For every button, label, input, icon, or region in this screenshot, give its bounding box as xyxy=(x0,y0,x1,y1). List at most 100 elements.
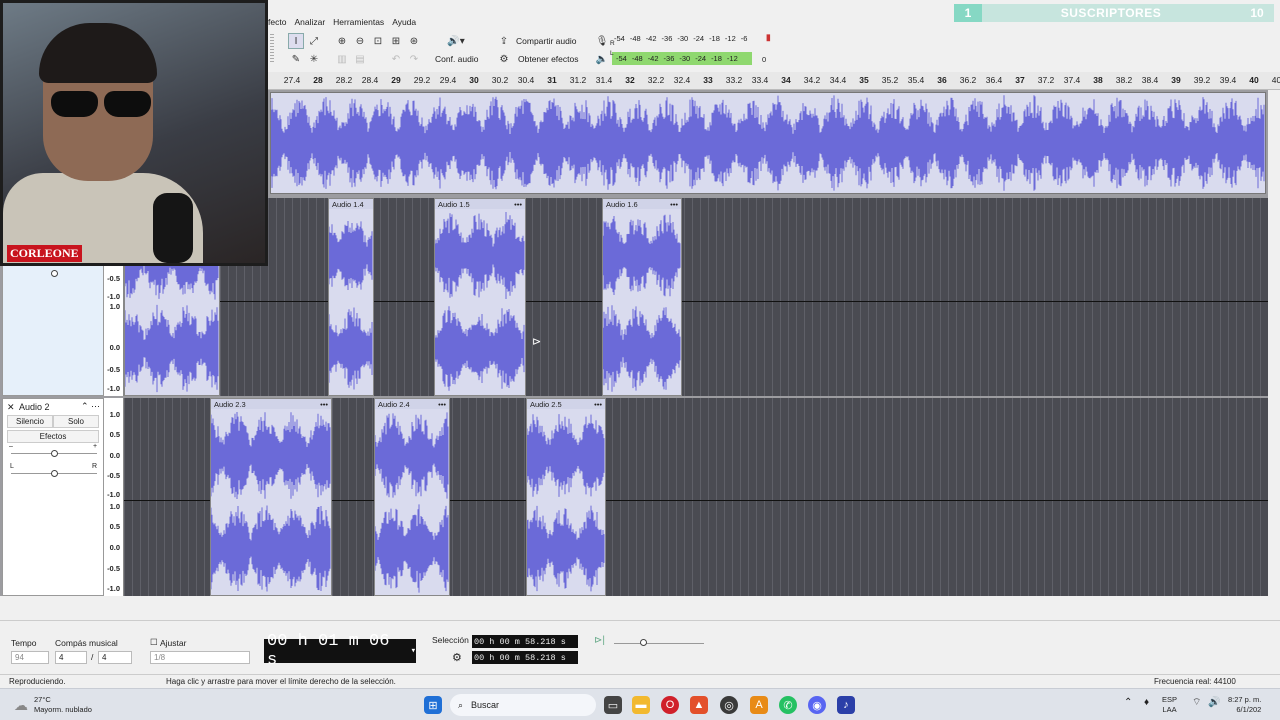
fit-selection-icon[interactable]: ⊡ xyxy=(370,33,386,49)
discord-icon[interactable]: ◉ xyxy=(808,696,826,714)
tempo-input[interactable]: 94 xyxy=(11,651,49,664)
app-icon[interactable]: A xyxy=(750,696,768,714)
track-menu-icon[interactable]: ⋯ xyxy=(91,401,100,412)
zoom-in-icon[interactable]: ⊕ xyxy=(334,33,350,49)
ruler-tick: 28 xyxy=(313,75,323,85)
time-format-dropdown-icon[interactable]: ▾ xyxy=(411,646,416,656)
chrome-icon[interactable]: ◎ xyxy=(720,696,738,714)
trim-icon[interactable]: ▥ xyxy=(334,51,350,67)
record-meter[interactable]: -54 -48 -42 -36 -30 -24 -18 -12 -6 xyxy=(610,32,770,45)
close-track-icon[interactable]: ✕ xyxy=(7,402,15,413)
pan-slider-knob[interactable] xyxy=(51,470,58,477)
track-audio-2[interactable]: ✕ Audio 2 ⌃ ⋯ Silencio Solo Efectos – + … xyxy=(2,398,1268,596)
effects-button[interactable]: Efectos xyxy=(7,430,99,443)
clip-menu-icon[interactable]: ••• xyxy=(438,400,446,409)
audacity-icon[interactable]: ♪ xyxy=(837,696,855,714)
fit-project-icon[interactable]: ⊞ xyxy=(388,33,404,49)
selection-settings-icon[interactable]: ⚙ xyxy=(452,651,462,664)
waveform-path xyxy=(603,214,681,392)
collapse-track-icon[interactable]: ⌃ xyxy=(81,401,89,412)
speaker-icon[interactable]: 🔈 xyxy=(594,51,610,67)
clip-header[interactable]: Audio 1.5 ••• xyxy=(435,199,525,209)
timeline-ruler[interactable]: 27.4 28 28.2 28.4 29 29.2 29.4 30 30.2 30.4 31 31.2… xyxy=(268,72,1280,90)
taskbar-search[interactable]: ⌕ Buscar xyxy=(450,694,596,716)
track-waveform-area[interactable]: Audio 2.3 ••• Audio 2.4 ••• Audio 2.5 ••• xyxy=(124,398,1268,596)
track-control-panel[interactable]: ✕ Audio 2 ⌃ ⋯ Silencio Solo Efectos – + … xyxy=(2,398,104,596)
time-display[interactable]: 00 h 01 m 06 s ▾ xyxy=(264,632,416,670)
audio-clip-top[interactable] xyxy=(270,92,1266,194)
volume-icon[interactable]: 🔊 xyxy=(1208,698,1220,708)
time-signature-numerator[interactable]: 4 xyxy=(55,651,87,664)
tray-chevron-icon[interactable]: ⌃ xyxy=(1124,698,1132,708)
get-effects-icon[interactable]: ⚙ xyxy=(496,51,512,67)
clip-header[interactable]: Audio 1.4 xyxy=(329,199,373,209)
envelope-tool-icon[interactable]: ⤢ xyxy=(306,33,322,49)
audio-clip[interactable]: Audio 1.5 ••• xyxy=(434,198,526,396)
audio-clip[interactable]: Audio 1.4 xyxy=(328,198,374,396)
weather-widget[interactable]: 27°C Mayorm. nublado xyxy=(34,695,92,715)
share-audio-button[interactable]: Compartir audio xyxy=(516,36,576,46)
scale-label: -0.5 xyxy=(107,564,120,573)
mute-button[interactable]: Silencio xyxy=(7,415,53,428)
clip-menu-icon[interactable]: ••• xyxy=(670,200,678,209)
menu-analyze[interactable]: Analizar xyxy=(294,17,325,27)
clip-menu-icon[interactable]: ••• xyxy=(514,200,522,209)
multi-tool-icon[interactable]: ✳ xyxy=(306,51,322,67)
ruler-tick: 37.2 xyxy=(1037,75,1055,85)
wifi-icon[interactable]: ⌔ xyxy=(1192,698,1201,708)
play-speed-knob[interactable] xyxy=(640,639,647,646)
track-waveform-area[interactable]: Audio 1.4 Audio 1.5 ••• Audio 1.6 ••• ⊳ xyxy=(124,198,1268,396)
clock[interactable]: 8:27 p. m. 6/1/202 xyxy=(1228,695,1261,715)
task-view-icon[interactable]: ▭ xyxy=(604,696,622,714)
clip-header[interactable]: Audio 2.5 ••• xyxy=(527,399,605,409)
menu-effect[interactable]: fecto xyxy=(268,17,286,27)
playback-meter-end: 0 xyxy=(762,55,767,64)
weather-icon[interactable]: ☁ xyxy=(12,696,30,714)
share-audio-icon[interactable]: ⇪ xyxy=(496,33,512,49)
get-effects-button[interactable]: Obtener efectos xyxy=(518,54,578,64)
audio-clip[interactable]: Audio 2.3 ••• xyxy=(210,398,332,596)
subscriber-label: SUSCRIPTORES xyxy=(1060,6,1162,20)
windows-start-icon[interactable]: ⊞ xyxy=(424,696,442,714)
tray-icon[interactable]: ♦ xyxy=(1144,698,1149,708)
redo-icon[interactable]: ↷ xyxy=(406,51,422,67)
zoom-toggle-icon[interactable]: ⊛ xyxy=(406,33,422,49)
selection-end[interactable]: 00 h 00 m 58.218 s xyxy=(472,651,578,664)
microphone-icon[interactable]: 🎙 xyxy=(594,33,610,49)
draw-tool-icon[interactable]: ✎ xyxy=(288,51,304,67)
menu-tools[interactable]: Herramientas xyxy=(333,17,384,27)
selection-start[interactable]: 00 h 00 m 58.218 s xyxy=(472,635,578,648)
audio-clip[interactable]: Audio 1.6 ••• xyxy=(602,198,682,396)
toolbar-grip[interactable] xyxy=(270,34,274,64)
zoom-out-icon[interactable]: ⊖ xyxy=(352,33,368,49)
undo-icon[interactable]: ↶ xyxy=(388,51,404,67)
track-name[interactable]: Audio 2 xyxy=(19,402,50,412)
clip-header[interactable]: Audio 2.3 ••• xyxy=(211,399,331,409)
clip-menu-icon[interactable]: ••• xyxy=(594,400,602,409)
selection-tool-icon[interactable]: I xyxy=(288,33,304,49)
play-speed-slider[interactable] xyxy=(614,643,704,644)
clip-menu-icon[interactable]: ••• xyxy=(320,400,328,409)
gain-slider-knob[interactable] xyxy=(51,450,58,457)
clip-header[interactable]: Audio 1.6 ••• xyxy=(603,199,681,209)
silence-icon[interactable]: ▤ xyxy=(352,51,368,67)
playback-meter[interactable]: -54 -48 -42 -36 -30 -24 -18 -12 xyxy=(612,52,752,65)
audio-setup-label[interactable]: Conf. audio xyxy=(435,54,478,64)
solo-button[interactable]: Solo xyxy=(53,415,99,428)
whatsapp-icon[interactable]: ✆ xyxy=(779,696,797,714)
pan-right-label: R xyxy=(92,463,98,470)
snap-select[interactable]: 1/8 xyxy=(150,651,250,664)
clip-header[interactable]: Audio 2.4 ••• xyxy=(375,399,449,409)
pan-slider-knob[interactable] xyxy=(51,270,58,277)
audio-clip[interactable]: Audio 2.5 ••• xyxy=(526,398,606,596)
file-explorer-icon[interactable]: ▬ xyxy=(632,696,650,714)
language-indicator[interactable]: ESP LAA xyxy=(1162,695,1177,715)
opera-icon[interactable]: O xyxy=(661,696,679,714)
snap-checkbox[interactable]: ☐ xyxy=(150,637,158,648)
brave-icon[interactable]: ▲ xyxy=(690,696,708,714)
time-signature-denominator[interactable]: 4 xyxy=(98,651,132,664)
audio-setup-icon[interactable]: 🔊▾ xyxy=(444,33,468,49)
play-at-speed-icon[interactable]: ⊳| xyxy=(594,635,605,646)
audio-clip[interactable]: Audio 2.4 ••• xyxy=(374,398,450,596)
menu-help[interactable]: Ayuda xyxy=(392,17,416,27)
